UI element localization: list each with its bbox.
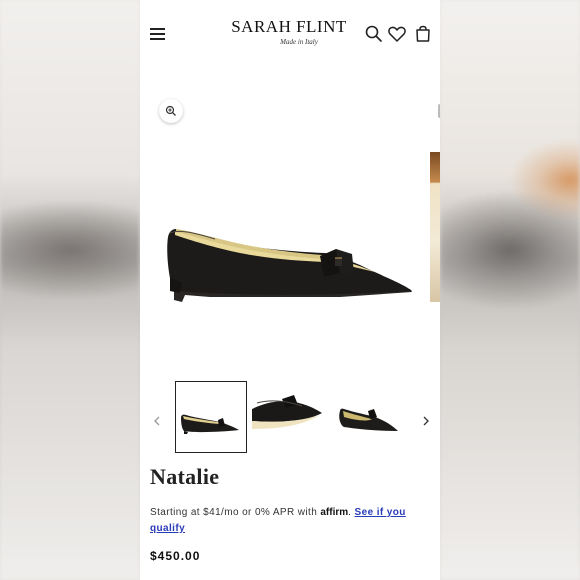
affirm-logo: affirm (320, 507, 349, 518)
brand-name: SARAH FLINT (231, 17, 347, 36)
next-image-peek (430, 152, 440, 302)
financing-message: Starting at $41/mo or 0% APR with affirm… (150, 505, 435, 537)
product-page: SARAH FLINT Made in Italy Natalie Starti… (140, 0, 440, 580)
brand-logo[interactable]: SARAH FLINT Made in Italy (230, 17, 348, 47)
heart-icon[interactable] (387, 24, 407, 44)
brand-tagline: Made in Italy (280, 38, 318, 46)
product-price: $450.00 (150, 549, 201, 563)
search-icon[interactable] (364, 24, 384, 44)
financing-suffix: . (348, 507, 352, 518)
zoom-in-icon[interactable] (159, 99, 183, 123)
product-title: Natalie (150, 464, 220, 489)
product-main-image[interactable] (140, 125, 440, 355)
thumbnail-side-view[interactable] (175, 381, 247, 453)
chevron-left-icon[interactable] (150, 412, 164, 430)
chevron-right-icon[interactable] (419, 412, 433, 430)
hamburger-menu-icon[interactable] (150, 26, 166, 42)
thumbnail-angled-view[interactable] (332, 381, 404, 453)
financing-prefix: Starting at $41/mo or 0% APR with (150, 507, 318, 518)
blurred-backdrop-right (440, 0, 580, 580)
blurred-backdrop-left (0, 0, 140, 580)
thumbnail-toe-closeup[interactable] (252, 381, 324, 453)
site-header: SARAH FLINT Made in Italy (140, 0, 440, 70)
scrollbar-indicator (438, 104, 440, 118)
shopping-bag-icon[interactable] (413, 24, 433, 44)
